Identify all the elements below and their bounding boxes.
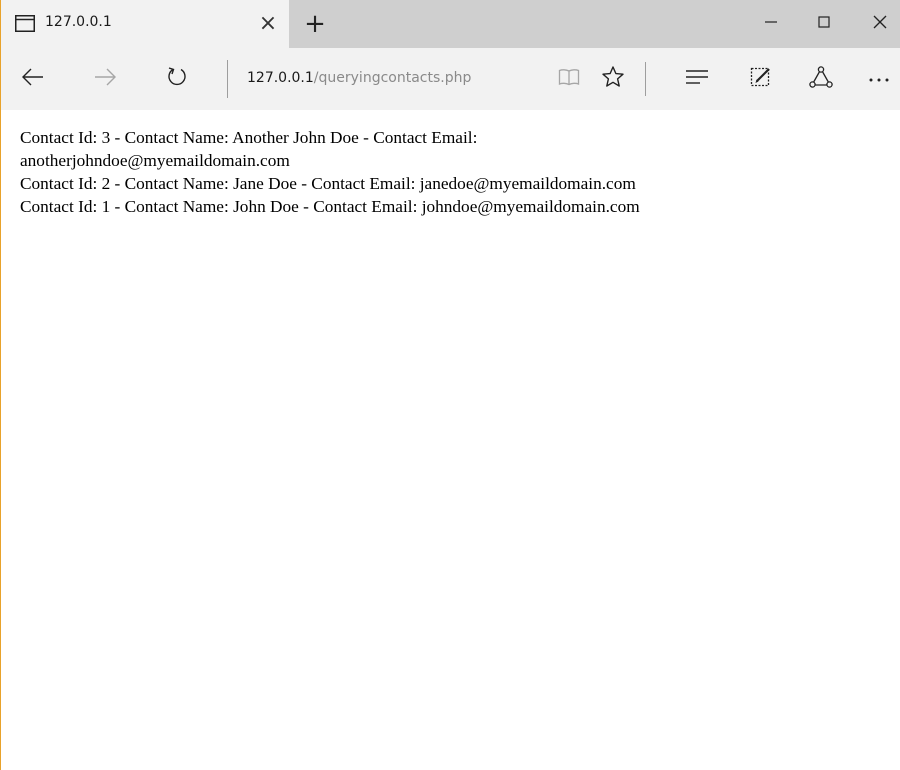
star-icon bbox=[601, 65, 625, 94]
back-arrow-icon bbox=[22, 68, 44, 91]
hub-icon bbox=[685, 68, 709, 91]
navigation-bar: 127.0.0.1/queryingcontacts.php bbox=[1, 48, 900, 110]
address-bar[interactable]: 127.0.0.1/queryingcontacts.php bbox=[247, 70, 471, 86]
url-path: /queryingcontacts.php bbox=[313, 70, 472, 86]
web-note-icon bbox=[750, 66, 772, 93]
refresh-icon bbox=[166, 66, 188, 93]
contact-line: anotherjohndoe@myemaildomain.com bbox=[20, 151, 290, 170]
toolbar-separator bbox=[645, 62, 646, 96]
share-button[interactable] bbox=[801, 60, 841, 98]
new-tab-button[interactable]: + bbox=[301, 10, 329, 38]
tab-close-button[interactable]: × bbox=[257, 13, 279, 35]
address-separator bbox=[227, 60, 228, 98]
favorite-button[interactable] bbox=[593, 60, 633, 98]
url-host: 127.0.0.1 bbox=[247, 70, 314, 86]
close-window-button[interactable] bbox=[857, 0, 900, 48]
web-note-button[interactable] bbox=[741, 60, 781, 98]
maximize-button[interactable] bbox=[801, 0, 847, 48]
hub-button[interactable] bbox=[677, 60, 717, 98]
browser-tab[interactable]: 127.0.0.1 × bbox=[1, 0, 289, 48]
minimize-button[interactable] bbox=[748, 0, 794, 48]
contact-line: Contact Id: 1 - Contact Name: John Doe -… bbox=[20, 197, 640, 216]
more-icon bbox=[868, 70, 890, 88]
contacts-output: Contact Id: 3 - Contact Name: Another Jo… bbox=[20, 126, 880, 218]
browser-window: 127.0.0.1 × + 127.0.0.1/queryingcontacts… bbox=[0, 0, 900, 770]
forward-arrow-icon bbox=[94, 68, 116, 91]
more-button[interactable] bbox=[859, 60, 899, 98]
tab-page-icon bbox=[15, 15, 35, 32]
reading-view-button[interactable] bbox=[549, 60, 589, 98]
maximize-icon bbox=[817, 15, 831, 34]
forward-button[interactable] bbox=[85, 60, 125, 98]
minimize-icon bbox=[764, 15, 778, 34]
contact-line: Contact Id: 2 - Contact Name: Jane Doe -… bbox=[20, 174, 636, 193]
close-icon bbox=[872, 14, 888, 35]
contact-line: Contact Id: 3 - Contact Name: Another Jo… bbox=[20, 128, 478, 147]
tab-title: 127.0.0.1 bbox=[45, 14, 112, 30]
back-button[interactable] bbox=[13, 60, 53, 98]
reading-view-icon bbox=[558, 68, 580, 91]
refresh-button[interactable] bbox=[157, 60, 197, 98]
share-icon bbox=[809, 65, 833, 93]
title-bar: 127.0.0.1 × + bbox=[1, 0, 900, 48]
page-content-area: Contact Id: 3 - Contact Name: Another Jo… bbox=[1, 110, 900, 770]
